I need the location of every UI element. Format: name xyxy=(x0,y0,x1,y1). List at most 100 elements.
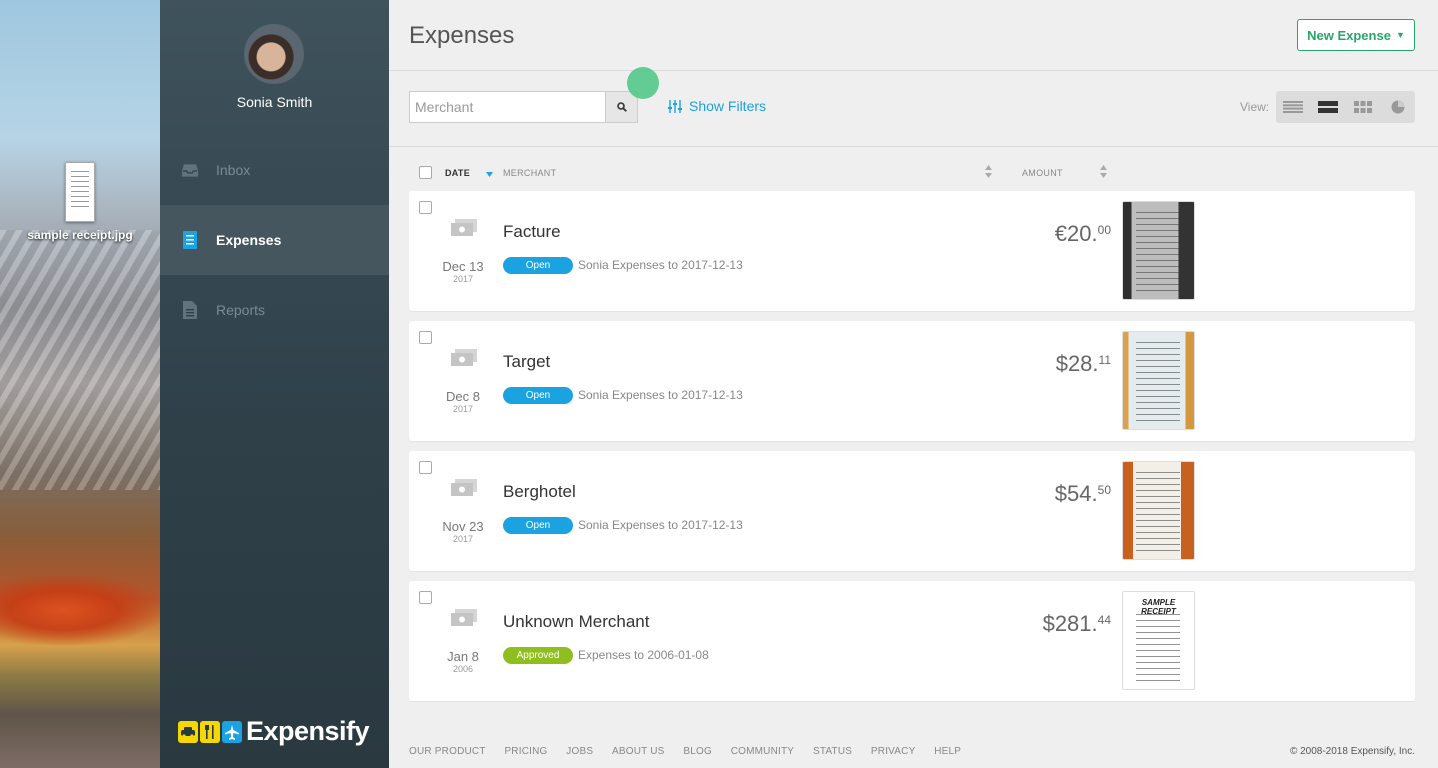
expense-report-link[interactable]: Sonia Expenses to 2017-12-13 xyxy=(578,518,743,532)
inbox-icon xyxy=(182,161,198,179)
footer-link-blog[interactable]: BLOG xyxy=(683,746,712,757)
merchant-search-input[interactable] xyxy=(409,91,605,123)
expense-merchant: Berghotel xyxy=(503,482,576,501)
column-header-date[interactable]: DATE xyxy=(445,168,470,178)
search-icon xyxy=(616,102,627,112)
expense-report-link[interactable]: Sonia Expenses to 2017-12-13 xyxy=(578,258,743,272)
cash-category-icon xyxy=(451,609,477,631)
desktop-wallpaper: sample receipt.jpg xyxy=(0,0,160,768)
main-content: Expenses New Expense ▼ Show Filters View… xyxy=(389,0,1438,768)
search-bar xyxy=(409,91,638,123)
expense-row[interactable]: Dec 8 2017 Target Open Sonia Expenses to… xyxy=(409,321,1415,441)
expense-report-link[interactable]: Expenses to 2006-01-08 xyxy=(578,648,709,662)
page-title: Expenses xyxy=(409,22,515,49)
expense-year: 2017 xyxy=(452,404,474,414)
sidebar-item-label: Inbox xyxy=(216,162,251,178)
row-checkbox[interactable] xyxy=(419,461,432,474)
file-thumbnail-icon xyxy=(65,162,95,222)
expense-date: Jan 8 xyxy=(447,649,479,664)
expense-year: 2017 xyxy=(452,534,474,544)
filters-icon xyxy=(668,99,682,113)
receipt-thumbnail[interactable] xyxy=(1122,461,1195,560)
desktop-file-receipt[interactable]: sample receipt.jpg xyxy=(20,162,140,244)
grid-view-button[interactable] xyxy=(1346,91,1381,123)
footer-link-pricing[interactable]: PRICING xyxy=(504,746,547,757)
avatar[interactable] xyxy=(244,24,304,84)
expense-date: Nov 23 xyxy=(442,519,484,534)
expense-merchant: Target xyxy=(503,352,551,371)
footer-link-our-product[interactable]: OUR PRODUCT xyxy=(409,746,486,757)
sort-desc-icon xyxy=(486,172,493,177)
row-checkbox[interactable] xyxy=(419,591,432,604)
expense-amount: $54.50 xyxy=(1054,481,1111,506)
expense-row[interactable]: Jan 8 2006 Unknown Merchant Approved Exp… xyxy=(409,581,1415,701)
sidebar-item-reports[interactable]: Reports xyxy=(160,275,389,345)
new-expense-label: New Expense xyxy=(1307,27,1391,43)
desktop-file-label: sample receipt.jpg xyxy=(27,228,133,242)
expense-date: Dec 8 xyxy=(446,389,480,404)
expense-row[interactable]: Dec 13 2017 Facture Open Sonia Expenses … xyxy=(409,191,1415,311)
table-view-icon xyxy=(1283,101,1304,113)
table-header: DATE MERCHANT AMOUNT xyxy=(409,164,1415,180)
show-filters-label: Show Filters xyxy=(689,98,767,114)
cash-category-icon xyxy=(451,219,477,241)
expense-amount: €20.00 xyxy=(1054,221,1111,246)
expensify-logo[interactable]: Expensify xyxy=(178,716,370,747)
expenses-icon xyxy=(182,231,198,249)
expense-year: 2017 xyxy=(452,274,474,284)
user-name: Sonia Smith xyxy=(236,94,313,110)
column-header-merchant[interactable]: MERCHANT xyxy=(503,168,556,178)
reports-icon xyxy=(182,301,198,319)
sort-icon[interactable] xyxy=(985,165,992,178)
header-divider xyxy=(389,70,1438,71)
expense-report-link[interactable]: Sonia Expenses to 2017-12-13 xyxy=(578,388,743,402)
sidebar-item-label: Reports xyxy=(216,302,266,318)
footer-link-help[interactable]: HELP xyxy=(934,746,961,757)
footer: OUR PRODUCT PRICING JOBS ABOUT US BLOG C… xyxy=(409,746,1415,757)
cash-category-icon xyxy=(451,479,477,501)
sidebar-item-expenses[interactable]: Expenses xyxy=(160,205,389,275)
footer-link-about-us[interactable]: ABOUT US xyxy=(612,746,665,757)
cash-category-icon xyxy=(451,349,477,371)
receipt-thumbnail[interactable] xyxy=(1122,331,1195,430)
copyright: © 2008-2018 Expensify, Inc. xyxy=(1289,746,1415,757)
footer-link-privacy[interactable]: PRIVACY xyxy=(871,746,916,757)
select-all-checkbox[interactable] xyxy=(419,166,432,179)
chart-view-icon xyxy=(1391,100,1405,114)
grid-view-icon xyxy=(1353,101,1372,113)
view-mode-toggle xyxy=(1276,91,1415,123)
status-badge: Open xyxy=(503,387,573,404)
footer-link-jobs[interactable]: JOBS xyxy=(566,746,593,757)
chevron-down-icon: ▼ xyxy=(1395,30,1405,40)
receipt-thumbnail[interactable]: SAMPLE RECEIPT xyxy=(1122,591,1195,690)
status-badge: Approved xyxy=(503,647,573,664)
taxi-icon xyxy=(178,720,198,743)
footer-link-status[interactable]: STATUS xyxy=(813,746,852,757)
footer-link-community[interactable]: COMMUNITY xyxy=(731,746,794,757)
view-label: View: xyxy=(1240,100,1270,114)
sidebar-item-inbox[interactable]: Inbox xyxy=(160,135,389,205)
show-filters-link[interactable]: Show Filters xyxy=(668,98,766,114)
new-expense-button[interactable]: New Expense ▼ xyxy=(1297,19,1415,51)
logo-text: Expensify xyxy=(246,716,370,746)
sidebar: Sonia Smith Inbox Expenses Reports Expen… xyxy=(160,0,389,768)
toolbar-divider xyxy=(389,146,1438,147)
column-header-amount[interactable]: AMOUNT xyxy=(1022,168,1063,178)
chart-view-button[interactable] xyxy=(1380,91,1415,123)
expense-row[interactable]: Nov 23 2017 Berghotel Open Sonia Expense… xyxy=(409,451,1415,571)
expense-merchant: Unknown Merchant xyxy=(503,612,650,631)
airplane-icon xyxy=(222,720,242,743)
sidebar-item-label: Expenses xyxy=(216,232,282,248)
expense-merchant: Facture xyxy=(503,222,561,241)
list-view-icon xyxy=(1318,101,1339,113)
list-view-button[interactable] xyxy=(1311,91,1346,123)
receipt-thumbnail[interactable] xyxy=(1122,201,1195,300)
row-checkbox[interactable] xyxy=(419,201,432,214)
status-badge: Open xyxy=(503,517,573,534)
table-view-button[interactable] xyxy=(1276,91,1311,123)
sort-icon[interactable] xyxy=(1100,165,1107,178)
dining-icon xyxy=(200,720,220,743)
expense-amount: $281.44 xyxy=(1042,611,1111,636)
expense-year: 2006 xyxy=(452,664,474,674)
row-checkbox[interactable] xyxy=(419,331,432,344)
